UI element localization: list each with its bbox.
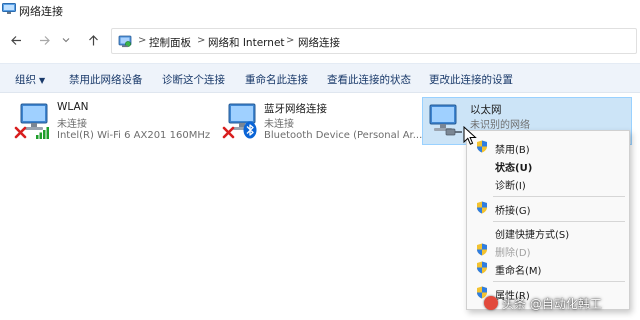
- change-settings-button[interactable]: 更改此连接的设置: [429, 72, 513, 87]
- arrow-up-icon: [88, 34, 98, 45]
- breadcrumb-separator: >: [138, 35, 147, 46]
- navigation-bar: > 控制面板 > 网络和 Internet > 网络连接: [0, 22, 640, 60]
- uac-shield-icon: [477, 140, 487, 153]
- connection-item-wlan[interactable]: WLAN 未连接 Intel(R) Wi-Fi 6 AX201 160MHz: [4, 97, 212, 145]
- rename-connection-button[interactable]: 重命名此连接: [245, 72, 308, 87]
- menu-item-create-shortcut[interactable]: 创建快捷方式(S): [467, 223, 629, 241]
- menu-item-rename[interactable]: 重命名(M): [467, 259, 629, 277]
- disable-device-button[interactable]: 禁用此网络设备: [69, 72, 143, 87]
- connection-device: Intel(R) Wi-Fi 6 AX201 160MHz: [57, 130, 211, 141]
- breadcrumb-network-internet[interactable]: 网络和 Internet: [208, 35, 285, 50]
- red-x-icon: [222, 126, 235, 139]
- connection-name: 蓝牙网络连接: [264, 103, 327, 115]
- watermark: 头条 @自动化韩工: [484, 292, 602, 314]
- menu-item-disable[interactable]: 禁用(B): [467, 138, 629, 156]
- menu-separator: [493, 196, 625, 197]
- caret-down-icon: ▼: [39, 76, 46, 85]
- ethernet-cable-icon: [445, 128, 462, 136]
- breadcrumb-separator[interactable]: >: [197, 35, 205, 46]
- toutiao-logo-icon: [484, 296, 498, 310]
- menu-item-label: 桥接(G): [495, 206, 531, 217]
- menu-item-delete[interactable]: 删除(D): [467, 241, 629, 259]
- menu-item-diagnose[interactable]: 诊断(I): [467, 174, 629, 192]
- forward-button[interactable]: [35, 31, 53, 49]
- uac-shield-icon: [477, 243, 487, 256]
- bluetooth-icon: [243, 121, 257, 139]
- menu-item-label: 诊断(I): [495, 181, 526, 192]
- connection-item-bluetooth[interactable]: 蓝牙网络连接 未连接 Bluetooth Device (Personal Ar…: [212, 97, 422, 145]
- view-status-button[interactable]: 查看此连接的状态: [327, 72, 411, 87]
- address-bar[interactable]: > 控制面板 > 网络和 Internet > 网络连接: [111, 28, 637, 54]
- connection-status: 未识别的网络: [470, 120, 530, 131]
- menu-separator: [493, 221, 625, 222]
- menu-item-label: 禁用(B): [495, 145, 530, 156]
- connection-status: 未连接: [57, 119, 87, 130]
- context-menu: 禁用(B) 状态(U) 诊断(I) 桥接(G) 创建快捷方式(S) 删除(D) …: [466, 130, 630, 310]
- chevron-down-icon: [62, 38, 70, 43]
- window-title: 网络连接: [19, 5, 63, 18]
- uac-shield-icon: [477, 261, 487, 274]
- mouse-cursor-icon: [463, 126, 477, 145]
- menu-item-label: 创建快捷方式(S): [495, 230, 570, 241]
- watermark-text: 头条 @自动化韩工: [502, 296, 602, 311]
- menu-item-label: 删除(D): [495, 248, 531, 259]
- arrow-right-icon: [39, 35, 50, 45]
- diagnose-connection-button[interactable]: 诊断这个连接: [162, 72, 225, 87]
- control-panel-icon: [118, 35, 132, 48]
- menu-item-label: 重命名(M): [495, 266, 542, 277]
- up-button[interactable]: [84, 31, 102, 49]
- command-bar: 组织 ▼ 禁用此网络设备 诊断这个连接 重命名此连接 查看此连接的状态 更改此连接…: [0, 63, 640, 93]
- menu-item-status[interactable]: 状态(U): [467, 156, 629, 174]
- breadcrumb-control-panel[interactable]: 控制面板: [149, 35, 191, 50]
- breadcrumb-separator[interactable]: >: [286, 35, 294, 46]
- organize-menu-button[interactable]: 组织 ▼: [15, 72, 45, 87]
- menu-item-bridge[interactable]: 桥接(G): [467, 199, 629, 217]
- organize-label: 组织: [15, 74, 36, 86]
- menu-item-label: 状态(U): [495, 163, 533, 174]
- recent-locations-button[interactable]: [60, 31, 72, 49]
- menu-separator: [493, 281, 625, 282]
- connection-status: 未连接: [264, 119, 294, 130]
- connection-name: WLAN: [57, 101, 89, 113]
- wifi-signal-icon: [36, 127, 49, 139]
- network-connections-icon: [2, 3, 16, 14]
- breadcrumb-network-connections[interactable]: 网络连接: [298, 35, 340, 50]
- connection-name: 以太网: [470, 104, 502, 116]
- red-x-icon: [14, 126, 27, 139]
- arrow-left-icon: [10, 35, 21, 45]
- back-button[interactable]: [7, 31, 25, 49]
- title-bar: 网络连接: [0, 0, 640, 22]
- connection-device: Bluetooth Device (Personal Ar...: [264, 130, 423, 141]
- uac-shield-icon: [477, 201, 487, 214]
